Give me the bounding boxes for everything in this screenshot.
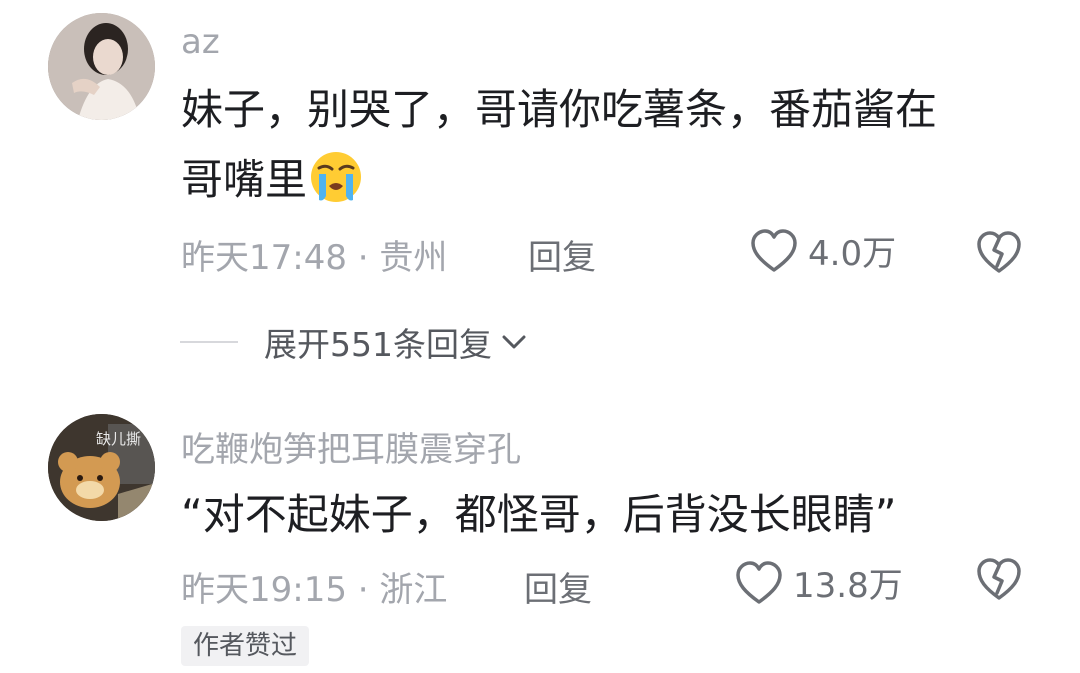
broken-heart-icon[interactable] [976, 557, 1022, 603]
username[interactable]: 吃鞭炮笋把耳膜震穿孔 [181, 422, 521, 471]
avatar-photo [48, 13, 155, 120]
chevron-down-icon [502, 335, 526, 349]
comment-item: az 妹子，别哭了，哥请你吃薯条，番茄酱在 哥嘴里 昨天17:48 · 贵州 回… [0, 0, 1080, 390]
broken-heart-icon[interactable] [976, 230, 1022, 276]
comment-item: 缺儿撕 吃鞭炮笋把耳膜震穿孔 “对不起妹子，都怪哥，后背没长眼睛” 昨天19:1… [0, 400, 1080, 673]
avatar-caption: 缺儿撕 [96, 430, 141, 448]
comment-text: 妹子，别哭了，哥请你吃薯条，番茄酱在 哥嘴里 [181, 75, 1041, 215]
comment-text-line: 哥嘴里 [181, 145, 1041, 215]
expand-replies-label: 展开551条回复 [264, 325, 492, 364]
reply-button[interactable]: 回复 [528, 230, 596, 279]
comment-text-line: 妹子，别哭了，哥请你吃薯条，番茄酱在 [181, 85, 938, 134]
heart-icon [736, 560, 782, 604]
avatar[interactable]: 缺儿撕 [48, 414, 155, 521]
heart-icon [751, 228, 797, 272]
like-button[interactable]: 13.8万 [735, 558, 903, 607]
like-button[interactable]: 4.0万 [750, 226, 896, 275]
comment-meta: 昨天17:48 · 贵州 [181, 238, 448, 278]
like-count: 4.0万 [808, 234, 897, 274]
loudly-crying-face-icon [311, 152, 362, 202]
avatar[interactable] [48, 13, 155, 120]
comment-meta: 昨天19:15 · 浙江 [181, 570, 448, 610]
reply-button[interactable]: 回复 [524, 562, 592, 611]
avatar-photo: 缺儿撕 [48, 414, 155, 521]
comment-text: “对不起妹子，都怪哥，后背没长眼睛” [181, 490, 897, 539]
comment-text-segment: 哥嘴里 [181, 155, 308, 204]
author-liked-badge: 作者赞过 [181, 626, 310, 666]
like-count: 13.8万 [793, 566, 903, 606]
username[interactable]: az [181, 22, 220, 62]
expand-replies-button[interactable]: 展开551条回复 [180, 318, 530, 366]
divider [180, 341, 238, 343]
